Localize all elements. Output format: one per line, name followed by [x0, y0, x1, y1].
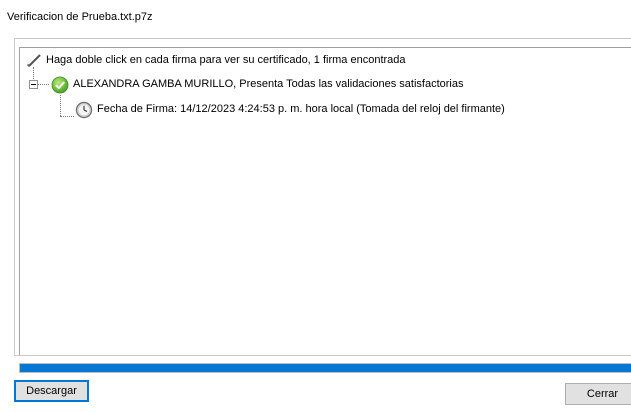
pen-icon — [26, 52, 42, 68]
collapse-expander[interactable] — [29, 80, 38, 89]
tree-root-node[interactable]: Haga doble click en cada firma para ver … — [26, 51, 406, 69]
tree-signature-label: ALEXANDRA GAMBA MURILLO, Presenta Todas … — [73, 78, 464, 90]
signature-tree[interactable]: Haga doble click en cada firma para ver … — [19, 47, 631, 355]
tree-connector — [33, 67, 34, 79]
tree-connector — [38, 84, 49, 85]
tree-root-label: Haga doble click en cada firma para ver … — [46, 54, 406, 66]
window-title: Verificacion de Prueba.txt.p7z — [7, 11, 153, 23]
tree-timestamp-label: Fecha de Firma: 14/12/2023 4:24:53 p. m.… — [97, 103, 505, 115]
download-button[interactable]: Descargar — [14, 380, 89, 402]
close-button[interactable]: Cerrar — [565, 383, 631, 405]
tree-connector — [60, 116, 74, 117]
clock-icon — [75, 101, 93, 119]
progress-bar — [19, 363, 631, 373]
tree-connector — [60, 95, 61, 116]
progress-fill — [20, 364, 631, 372]
tree-timestamp-node[interactable]: Fecha de Firma: 14/12/2023 4:24:53 p. m.… — [75, 100, 505, 119]
check-icon — [51, 76, 69, 94]
tree-signature-node[interactable]: ALEXANDRA GAMBA MURILLO, Presenta Todas … — [51, 75, 464, 94]
